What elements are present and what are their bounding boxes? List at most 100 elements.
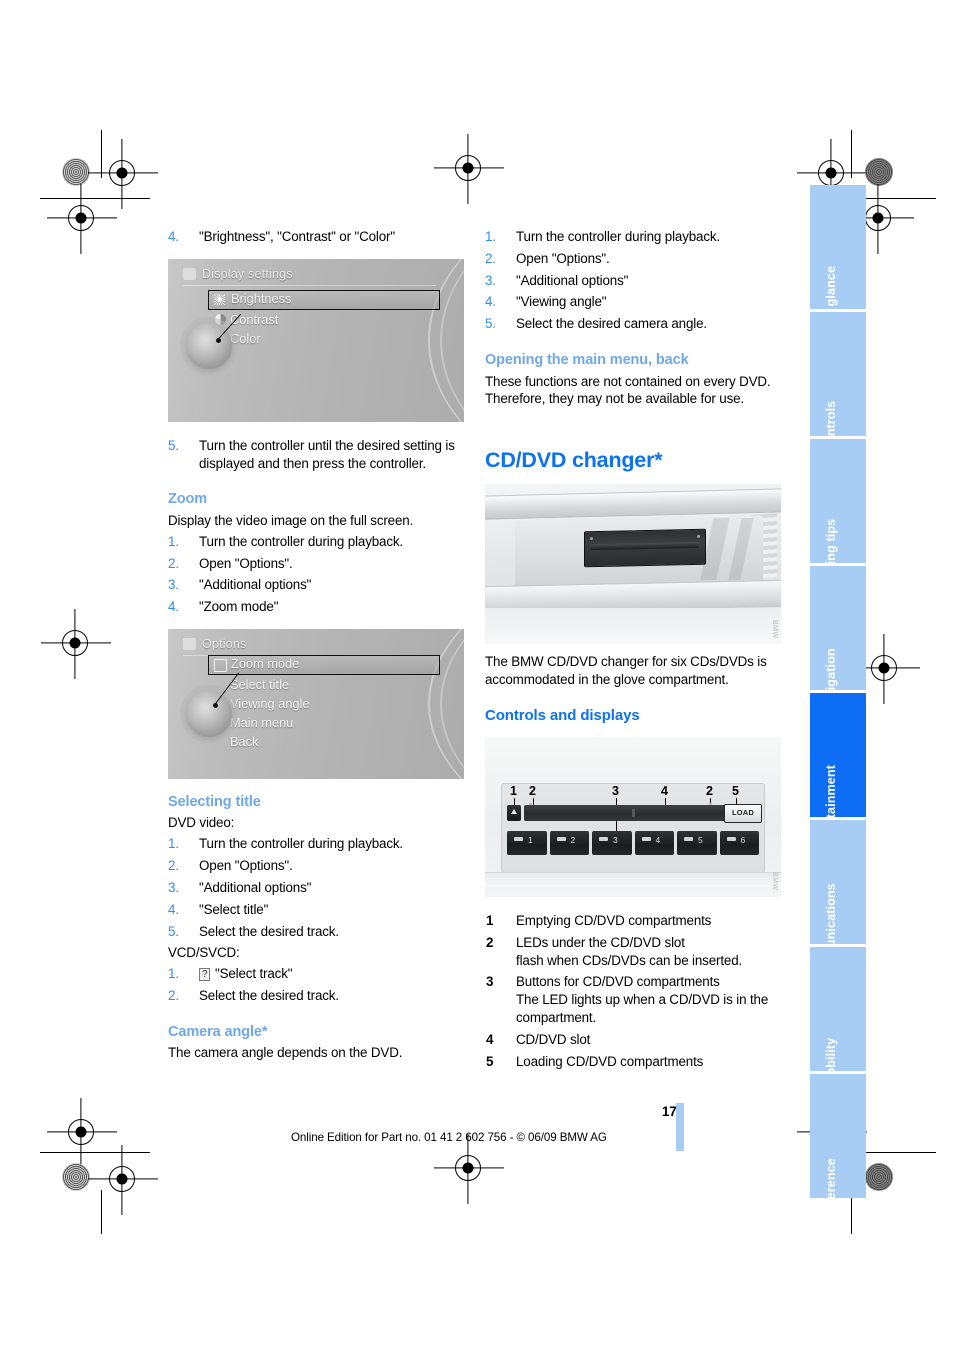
menu-item-label: Viewing angle bbox=[230, 696, 310, 712]
step-list-camera-angle: 1. Turn the controller during playback. 2… bbox=[485, 228, 781, 333]
list-item: 5. Select the desired track. bbox=[168, 923, 464, 941]
sidebar-tab-communications[interactable]: Communications bbox=[810, 820, 866, 944]
sidebar-tab-mobility[interactable]: Mobility bbox=[810, 947, 866, 1071]
step-number: 2. bbox=[168, 988, 179, 1004]
step-text: Select the desired camera angle. bbox=[516, 316, 707, 332]
step-text: "Additional options" bbox=[516, 272, 629, 288]
sidebar-tab-entertainment[interactable]: Entertainment bbox=[810, 693, 866, 817]
step-text: Select the desired track. bbox=[199, 923, 339, 939]
step-text: Turn the controller during playback. bbox=[516, 229, 720, 244]
menu-item-back[interactable]: Back bbox=[212, 732, 440, 751]
eject-button[interactable] bbox=[507, 804, 521, 821]
step-text: Open "Options". bbox=[199, 858, 293, 874]
sidebar-tab-driving-tips[interactable]: Driving tips bbox=[810, 439, 866, 563]
list-item: 2. Select the desired track. bbox=[168, 987, 464, 1005]
tab-label: Driving tips bbox=[824, 518, 838, 563]
compartment-button-1[interactable]: 1 bbox=[507, 830, 547, 855]
menu-item-color[interactable]: Color bbox=[212, 329, 440, 348]
menu-item-contrast[interactable]: Contrast bbox=[212, 310, 440, 329]
left-text-column: 4. "Brightness", "Contrast" or "Color" D… bbox=[168, 228, 464, 1065]
list-item: 2. Open "Options". bbox=[485, 250, 781, 268]
step-number: 1. bbox=[168, 966, 179, 982]
legend-text: LEDs under the CD/DVD slot bbox=[516, 934, 685, 950]
step-text: Select the desired track. bbox=[199, 988, 339, 1004]
step-number: 2. bbox=[168, 858, 179, 874]
led-icon bbox=[684, 836, 693, 841]
button-label: 5 bbox=[698, 834, 703, 845]
cd-dvd-changer-unit bbox=[584, 528, 706, 568]
diagram-legend-list: 1 Emptying CD/DVD compartments 2 LEDs un… bbox=[485, 912, 781, 1071]
crop-line bbox=[101, 130, 103, 178]
crop-line bbox=[866, 1152, 936, 1154]
menu-item-main-menu[interactable]: Main menu bbox=[212, 713, 440, 732]
menu-item-label: Zoom mode bbox=[231, 656, 300, 672]
compartment-button-6[interactable]: 6 bbox=[719, 830, 759, 855]
registration-target bbox=[844, 184, 914, 254]
screen-title: Options bbox=[202, 637, 247, 652]
compartment-button-4[interactable]: 4 bbox=[634, 830, 674, 855]
menu-item-zoom-mode[interactable]: Zoom mode bbox=[208, 655, 440, 676]
list-item: 3. "Additional options" bbox=[168, 879, 464, 897]
density-patch bbox=[865, 158, 893, 186]
compartment-button-row: 1 2 3 4 5 6 bbox=[507, 830, 759, 855]
crop-line bbox=[866, 198, 936, 200]
compartment-button-2[interactable]: 2 bbox=[549, 830, 589, 855]
section-heading-camera-angle: Camera angle* bbox=[168, 1023, 268, 1040]
right-text-column: 1. Turn the controller during playback. 2… bbox=[485, 228, 781, 1075]
list-item: 4. "Brightness", "Contrast" or "Color" bbox=[168, 228, 464, 246]
callout-4: 4 bbox=[661, 783, 668, 798]
step-text: "Brightness", "Contrast" or "Color" bbox=[199, 229, 395, 244]
step-text: "Additional options" bbox=[199, 879, 312, 895]
crop-line bbox=[101, 1190, 103, 1234]
options-screen-figure: Options Zoom mode Select title Viewing a… bbox=[168, 629, 464, 780]
density-patch bbox=[865, 1163, 893, 1191]
tab-label: Entertainment bbox=[824, 765, 838, 817]
sidebar-tab-at-a-glance[interactable]: At a glance bbox=[810, 185, 866, 309]
compartment-button-5[interactable]: 5 bbox=[677, 830, 717, 855]
menu-item-label: Brightness bbox=[231, 290, 292, 306]
step-number: 3. bbox=[168, 577, 179, 593]
sidebar-tab-controls[interactable]: Controls bbox=[810, 312, 866, 436]
registration-target bbox=[47, 184, 117, 254]
led-icon bbox=[556, 836, 566, 841]
registration-target bbox=[88, 1145, 158, 1215]
step-number: 2. bbox=[485, 250, 496, 266]
load-button[interactable]: LOAD bbox=[724, 803, 762, 823]
options-gear-icon bbox=[183, 638, 196, 651]
registration-target bbox=[850, 634, 920, 704]
step-number: 4. bbox=[485, 294, 496, 310]
list-item: 4. "Viewing angle" bbox=[485, 293, 781, 311]
brightness-icon bbox=[214, 293, 225, 305]
menu-item-viewing-angle[interactable]: Viewing angle bbox=[212, 694, 440, 713]
menu-item-select-title[interactable]: Select title bbox=[212, 675, 440, 694]
compartment-button-3[interactable]: 3 bbox=[592, 830, 632, 855]
step-number: 1. bbox=[168, 533, 179, 549]
step-text: "Select track" bbox=[215, 966, 293, 982]
menu-item-label: Back bbox=[230, 734, 259, 750]
tab-label: Controls bbox=[824, 400, 838, 436]
registration-target bbox=[434, 134, 504, 204]
list-item: 1. ? "Select track" bbox=[168, 965, 464, 983]
tab-label: At a glance bbox=[824, 265, 838, 309]
changer-faceplate bbox=[501, 782, 765, 873]
legend-number: 1 bbox=[486, 912, 494, 928]
led-icon bbox=[726, 836, 736, 841]
step-number: 4. bbox=[168, 901, 179, 917]
density-patch bbox=[62, 1163, 90, 1191]
menu-item-brightness[interactable]: Brightness bbox=[208, 289, 440, 310]
menu-list: Brightness Contrast Color bbox=[208, 289, 440, 348]
contrast-icon bbox=[215, 313, 226, 325]
sidebar-tab-navigation[interactable]: Navigation bbox=[810, 566, 866, 690]
sidebar-tab-reference[interactable]: Reference bbox=[810, 1074, 866, 1198]
subhead-vcd-svcd: VCD/SVCD: bbox=[168, 945, 240, 961]
legend-number: 2 bbox=[486, 934, 494, 950]
step-list-selecting-title-dvd: 1. Turn the controller during playback. 2… bbox=[168, 835, 464, 940]
list-item: 4 CD/DVD slot bbox=[485, 1031, 781, 1049]
step-list-display-settings: 4. "Brightness", "Contrast" or "Color" bbox=[168, 228, 464, 246]
section-heading-selecting-title: Selecting title bbox=[168, 794, 261, 811]
step-text: Turn the controller during playback. bbox=[199, 533, 403, 549]
step-text: Open "Options". bbox=[199, 555, 293, 571]
step-list-selecting-title-vcd: 1. ? "Select track" 2. Select the desire… bbox=[168, 965, 464, 1005]
registration-target bbox=[88, 139, 158, 209]
button-label: 4 bbox=[655, 834, 661, 845]
